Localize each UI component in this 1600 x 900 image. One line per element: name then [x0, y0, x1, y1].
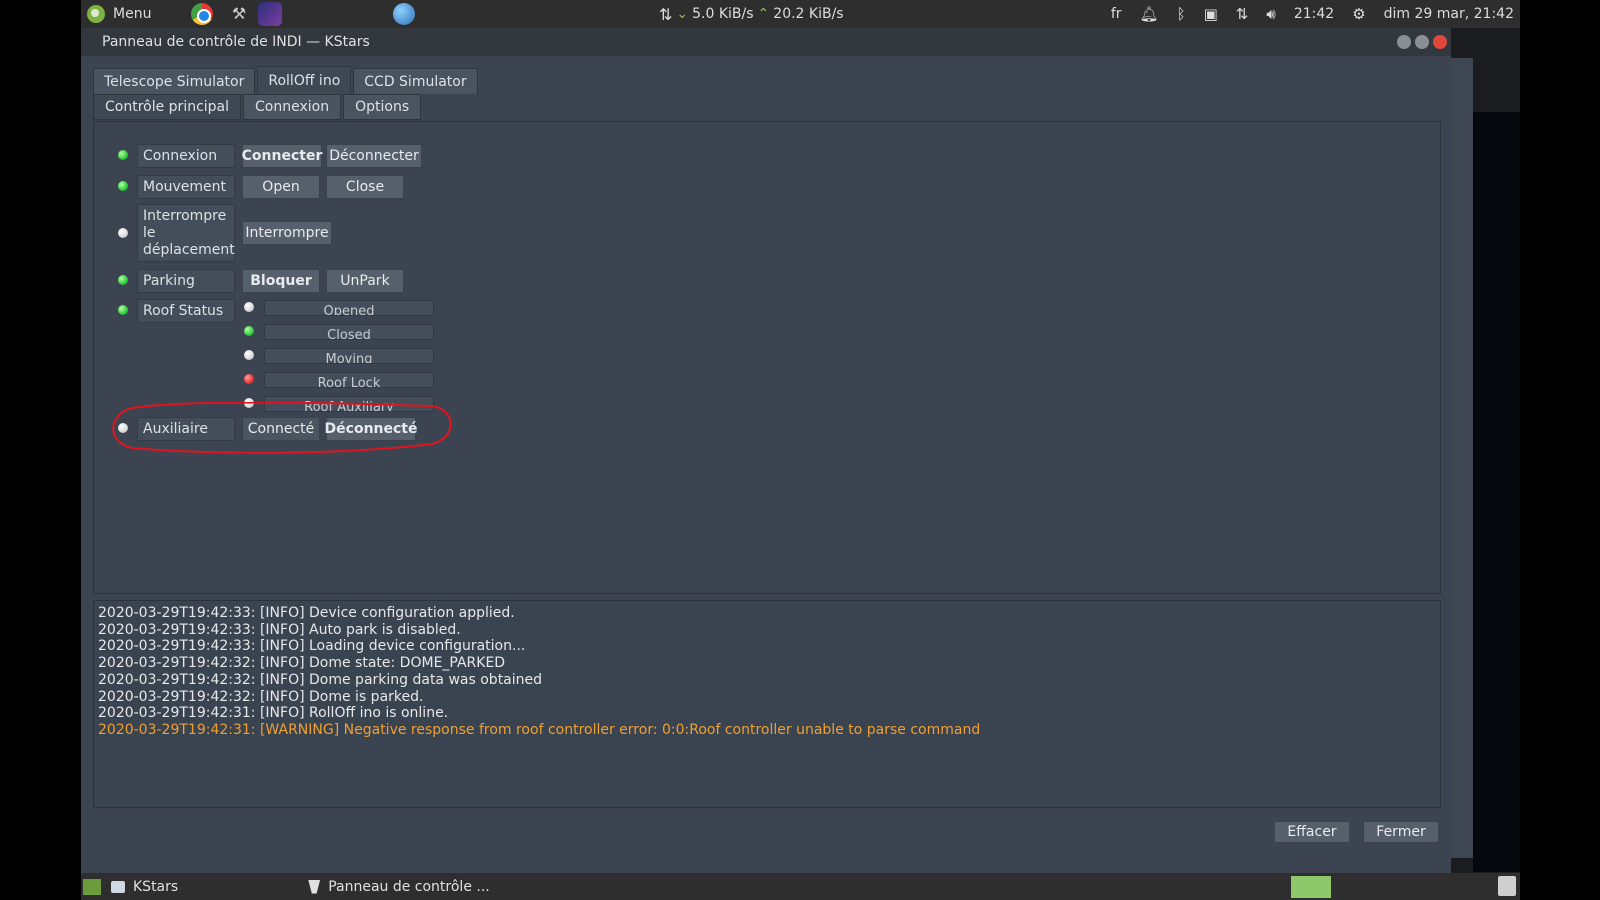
tab-connection[interactable]: Connexion: [243, 94, 342, 120]
open-button[interactable]: Open: [242, 175, 320, 199]
connection-label: Connexion: [137, 144, 235, 168]
device-tabs: Telescope Simulator RollOff ino CCD Simu…: [93, 66, 478, 94]
minimize-icon[interactable]: [1397, 35, 1411, 49]
net-up-value: 20.2 KiB/s: [773, 6, 844, 22]
kstars-launcher-icon[interactable]: [258, 2, 282, 26]
motion-status-led: [118, 181, 128, 191]
globe-icon[interactable]: [393, 3, 415, 25]
roof-moving-field: Moving: [264, 348, 434, 364]
auxiliary-connected-button[interactable]: Connecté: [242, 417, 320, 441]
clock[interactable]: 21:42: [1294, 6, 1334, 22]
roof-opened-field: Opened: [264, 300, 434, 316]
close-icon[interactable]: [1433, 35, 1447, 49]
indi-icon: [308, 879, 321, 894]
download-arrow-icon: ⌄: [676, 6, 689, 22]
log-line: 2020-03-29T19:42:31: [INFO] RollOff ino …: [98, 705, 449, 722]
log-line: 2020-03-29T19:42:33: [INFO] Device confi…: [98, 605, 515, 621]
taskbar-kstars-label: KStars: [133, 878, 179, 895]
system-tray: fr 🔔︎ ᛒ ▣ ⇅ 🔊︎ 21:42 ⚙ dim 29 mar, 21:42: [1111, 0, 1514, 28]
bluetooth-icon[interactable]: ᛒ: [1177, 5, 1186, 23]
keyboard-layout[interactable]: fr: [1111, 6, 1122, 22]
chrome-icon[interactable]: [191, 3, 213, 25]
date-time[interactable]: dim 29 mar, 21:42: [1384, 6, 1514, 22]
abort-label: Interrompre le déplacement: [137, 204, 235, 262]
connect-button[interactable]: Connecter: [242, 144, 322, 168]
terminal-icon[interactable]: [83, 878, 101, 895]
title-bar[interactable]: Panneau de contrôle de INDI — KStars: [81, 28, 1451, 56]
upload-arrow-icon: ⌃: [757, 6, 770, 22]
indi-control-panel: Panneau de contrôle de INDI — KStars Tel…: [81, 28, 1451, 873]
taskbar-indi-label: Panneau de contrôle ...: [328, 878, 490, 895]
park-button[interactable]: Bloquer: [242, 269, 320, 293]
log-line: 2020-03-29T19:42:33: [INFO] Auto park is…: [98, 621, 461, 638]
window-icon: [111, 880, 125, 893]
disconnect-button[interactable]: Déconnecter: [326, 144, 422, 168]
log-line: 2020-03-29T19:42:32: [INFO] Dome parking…: [98, 671, 543, 688]
log-line: 2020-03-29T19:42:32: [INFO] Dome state: …: [98, 655, 506, 672]
mint-logo-icon: [87, 5, 105, 23]
tab-ccd-simulator[interactable]: CCD Simulator: [353, 68, 478, 94]
taskbar-item-indi[interactable]: Panneau de contrôle ...: [298, 873, 500, 900]
auxiliary-label: Auxiliaire: [137, 417, 235, 441]
log-line: 2020-03-29T19:42:33: [INFO] Loading devi…: [98, 638, 526, 655]
background-window: [1451, 28, 1520, 873]
update-manager-icon[interactable]: [1291, 876, 1331, 898]
abort-label-line2: le: [143, 224, 156, 241]
trash-icon[interactable]: [1498, 876, 1516, 896]
net-down-value: 5.0 KiB/s: [692, 6, 754, 22]
network-icon[interactable]: ⇅: [1236, 5, 1249, 23]
connection-status-led: [118, 150, 128, 160]
abort-label-line3: déplacement: [143, 241, 235, 258]
display-icon[interactable]: ▣: [1204, 5, 1218, 23]
abort-label-line1: Interrompre: [143, 207, 227, 224]
roof-auxiliary-led: [244, 398, 254, 408]
abort-status-led: [118, 228, 128, 238]
log-line-warning: 2020-03-29T19:42:31: [WARNING] Negative …: [98, 721, 981, 738]
roof-status-led: [118, 305, 128, 315]
close-roof-button[interactable]: Close: [326, 175, 404, 199]
roof-closed-led: [244, 326, 254, 336]
unpark-button[interactable]: UnPark: [326, 269, 404, 293]
tab-telescope-simulator[interactable]: Telescope Simulator: [93, 68, 256, 94]
roof-auxiliary-field: Roof Auxiliary: [264, 396, 434, 412]
gear-icon[interactable]: ⚙: [1352, 5, 1365, 23]
roof-lock-led: [244, 374, 254, 384]
taskbar-item-kstars[interactable]: KStars: [101, 873, 188, 900]
tab-options[interactable]: Options: [343, 94, 422, 120]
roof-opened-led: [244, 302, 254, 312]
roof-status-label: Roof Status: [137, 299, 235, 323]
clear-button[interactable]: Effacer: [1274, 821, 1350, 843]
parking-label: Parking: [137, 269, 235, 293]
background-panel: [1451, 58, 1473, 858]
tab-rolloff-ino[interactable]: RollOff ino: [257, 66, 352, 94]
message-log[interactable]: 2020-03-29T19:42:33: [INFO] Device confi…: [93, 600, 1441, 808]
network-speed: ⇅ ⌄ 5.0 KiB/s ⌃ 20.2 KiB/s: [659, 0, 844, 28]
motion-label: Mouvement: [137, 175, 235, 199]
parking-status-led: [118, 275, 128, 285]
roof-closed-field: Closed: [264, 324, 434, 340]
group-tabs: Contrôle principal Connexion Options: [93, 94, 422, 120]
roof-lock-field: Roof Lock: [264, 372, 434, 388]
window-title: Panneau de contrôle de INDI — KStars: [102, 34, 370, 50]
desktop: Menu ⚒ ⇅ ⌄ 5.0 KiB/s ⌃ 20.2 KiB/s fr 🔔︎ …: [81, 0, 1520, 900]
bell-icon[interactable]: 🔔︎: [1140, 5, 1159, 23]
maximize-icon[interactable]: [1415, 35, 1429, 49]
menu-button[interactable]: Menu: [87, 0, 151, 28]
auxiliary-status-led: [118, 423, 128, 433]
close-button[interactable]: Fermer: [1363, 821, 1439, 843]
top-panel: Menu ⚒ ⇅ ⌄ 5.0 KiB/s ⌃ 20.2 KiB/s fr 🔔︎ …: [81, 0, 1520, 28]
volume-icon[interactable]: 🔊︎: [1266, 5, 1275, 23]
auxiliary-disconnected-button[interactable]: Déconnecté: [325, 417, 417, 441]
network-arrows-icon: ⇅: [659, 4, 673, 24]
sky-map: [1473, 112, 1520, 872]
tools-icon[interactable]: ⚒: [229, 4, 249, 24]
roof-moving-led: [244, 350, 254, 360]
properties-panel: Connexion Connecter Déconnecter Mouvemen…: [93, 121, 1441, 594]
abort-button[interactable]: Interrompre: [242, 221, 332, 245]
menu-label: Menu: [113, 6, 152, 22]
tab-main-control[interactable]: Contrôle principal: [93, 94, 242, 120]
log-line: 2020-03-29T19:42:32: [INFO] Dome is park…: [98, 688, 424, 705]
